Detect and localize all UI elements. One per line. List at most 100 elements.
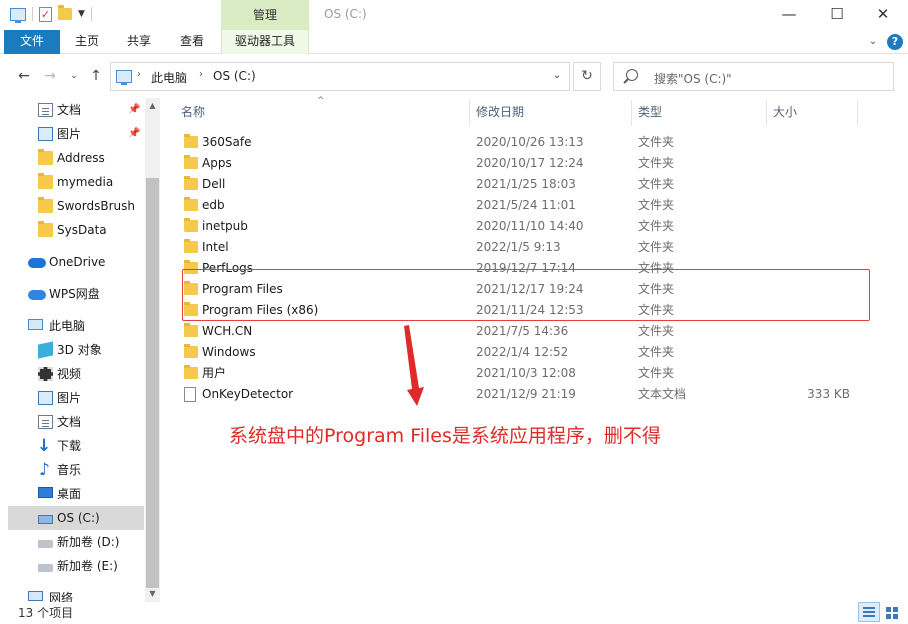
- folder-icon: [184, 155, 198, 169]
- file-row[interactable]: edb 2021/5/24 11:01 文件夹: [176, 195, 866, 216]
- nav-item-label: 文档: [57, 415, 82, 429]
- column-divider[interactable]: [766, 100, 767, 126]
- nav-item-onedrive[interactable]: OneDrive: [8, 250, 144, 274]
- file-type: 文件夹: [638, 324, 675, 338]
- back-arrow-icon[interactable]: ←: [14, 66, 34, 86]
- tab-share[interactable]: 共享: [118, 30, 160, 54]
- onedrive-cloud-icon: [28, 258, 46, 268]
- nav-item-swordsbrush[interactable]: SwordsBrush: [8, 194, 144, 218]
- file-row[interactable]: 用户 2021/10/3 12:08 文件夹: [176, 363, 866, 384]
- expand-ribbon-chevron-icon[interactable]: ⌄: [866, 35, 880, 49]
- nav-item-network[interactable]: 网络: [8, 586, 144, 602]
- pin-icon[interactable]: 📌: [128, 98, 140, 122]
- nav-scrollbar-thumb[interactable]: [146, 178, 159, 588]
- maximize-button[interactable]: ☐: [814, 0, 860, 30]
- nav-item-3d-objects[interactable]: 3D 对象: [8, 338, 144, 362]
- nav-item-label: 桌面: [57, 487, 82, 501]
- pin-icon[interactable]: 📌: [128, 122, 140, 146]
- nav-item-pictures[interactable]: 图片 📌: [8, 122, 144, 146]
- nav-item-address[interactable]: Address: [8, 146, 144, 170]
- breadcrumb-separator-icon[interactable]: ›: [199, 69, 203, 80]
- file-type: 文件夹: [638, 177, 675, 191]
- address-bar[interactable]: › 此电脑 › OS (C:): [110, 62, 570, 91]
- nav-item-music[interactable]: 音乐: [8, 458, 144, 482]
- annotation-arrow-icon: [404, 325, 424, 406]
- nav-item-downloads[interactable]: 下载: [8, 434, 144, 458]
- close-button[interactable]: ✕: [860, 0, 906, 30]
- file-date: 2020/11/10 14:40: [476, 219, 584, 233]
- quick-access-toolbar: ✓ ▼: [10, 5, 92, 23]
- nav-item-videos[interactable]: 视频: [8, 362, 144, 386]
- tab-drive-tools[interactable]: 驱动器工具: [221, 30, 309, 54]
- breadcrumb-os-c[interactable]: OS (C:): [213, 69, 256, 83]
- nav-item-label: WPS网盘: [49, 287, 100, 301]
- folder-icon: [184, 344, 198, 358]
- address-history-chevron-icon[interactable]: ⌄: [548, 66, 566, 86]
- nav-item-documents-pc[interactable]: 文档: [8, 410, 144, 434]
- file-row[interactable]: OnKeyDetector 2021/12/9 21:19 文本文档 333 K…: [176, 384, 866, 405]
- nav-item-label: 文档: [57, 103, 82, 117]
- nav-item-pictures-pc[interactable]: 图片: [8, 386, 144, 410]
- nav-item-mymedia[interactable]: mymedia: [8, 170, 144, 194]
- nav-item-documents[interactable]: 文档 📌: [8, 98, 144, 122]
- column-divider[interactable]: [631, 100, 632, 126]
- column-header-name[interactable]: 名称: [181, 100, 205, 124]
- refresh-icon[interactable]: ↻: [573, 62, 601, 91]
- file-name: Windows: [202, 345, 256, 359]
- file-row[interactable]: Apps 2020/10/17 12:24 文件夹: [176, 153, 866, 174]
- file-date: 2021/12/9 21:19: [476, 387, 576, 401]
- manage-context-tab[interactable]: 管理: [221, 0, 309, 30]
- column-divider[interactable]: [469, 100, 470, 126]
- nav-item-label: OS (C:): [57, 511, 100, 525]
- column-header-size[interactable]: 大小: [773, 100, 797, 124]
- tab-view[interactable]: 查看: [171, 30, 213, 54]
- folder-icon: [184, 365, 198, 379]
- nav-item-sysdata[interactable]: SysData: [8, 218, 144, 242]
- up-arrow-icon[interactable]: ↑: [86, 66, 106, 86]
- column-divider[interactable]: [857, 100, 858, 126]
- file-row[interactable]: inetpub 2020/11/10 14:40 文件夹: [176, 216, 866, 237]
- nav-item-label: 3D 对象: [57, 343, 102, 357]
- nav-item-label: OneDrive: [49, 255, 106, 269]
- details-view-icon[interactable]: [858, 602, 880, 622]
- file-row[interactable]: Dell 2021/1/25 18:03 文件夹: [176, 174, 866, 195]
- file-row[interactable]: WCH.CN 2021/7/5 14:36 文件夹: [176, 321, 866, 342]
- scroll-down-icon[interactable]: ▼: [145, 586, 160, 602]
- this-pc-icon[interactable]: [10, 7, 26, 23]
- column-header-type[interactable]: 类型: [638, 100, 662, 124]
- nav-item-label: 网络: [49, 591, 74, 602]
- column-header-date[interactable]: 修改日期: [476, 100, 524, 124]
- file-name: 360Safe: [202, 135, 252, 149]
- tab-home[interactable]: 主页: [66, 30, 108, 54]
- scroll-up-icon[interactable]: ▲: [145, 98, 160, 114]
- nav-item-volume-d[interactable]: 新加卷 (D:): [8, 530, 144, 554]
- search-box[interactable]: 搜索"OS (C:)": [613, 62, 894, 91]
- nav-item-label: 新加卷 (D:): [57, 535, 120, 549]
- properties-icon[interactable]: ✓: [39, 6, 52, 22]
- nav-item-volume-e[interactable]: 新加卷 (E:): [8, 554, 144, 578]
- file-date: 2021/1/25 18:03: [476, 177, 576, 191]
- file-date: 2022/1/5 9:13: [476, 240, 561, 254]
- nav-item-label: mymedia: [57, 175, 114, 189]
- tab-file[interactable]: 文件: [4, 30, 60, 54]
- search-icon: [626, 69, 638, 81]
- recent-locations-chevron-icon[interactable]: ⌄: [64, 66, 84, 86]
- new-folder-icon[interactable]: [58, 5, 72, 20]
- file-row[interactable]: Windows 2022/1/4 12:52 文件夹: [176, 342, 866, 363]
- nav-item-wps[interactable]: WPS网盘: [8, 282, 144, 306]
- nav-item-desktop[interactable]: 桌面: [8, 482, 144, 506]
- breadcrumb-this-pc[interactable]: 此电脑: [151, 69, 187, 86]
- file-row[interactable]: 360Safe 2020/10/26 13:13 文件夹: [176, 132, 866, 153]
- 3d-objects-icon: [38, 341, 53, 359]
- forward-arrow-icon[interactable]: →: [40, 66, 60, 86]
- file-row[interactable]: Intel 2022/1/5 9:13 文件夹: [176, 237, 866, 258]
- nav-item-os-c[interactable]: OS (C:): [8, 506, 144, 530]
- customize-toolbar-chevron-icon[interactable]: ▼: [78, 9, 85, 19]
- drive-icon: [38, 564, 53, 572]
- breadcrumb-separator-icon[interactable]: ›: [137, 69, 141, 80]
- help-icon[interactable]: ?: [887, 34, 903, 50]
- file-type: 文件夹: [638, 366, 675, 380]
- minimize-button[interactable]: —: [766, 0, 812, 30]
- large-icons-view-icon[interactable]: [881, 602, 903, 622]
- nav-item-this-pc[interactable]: 此电脑: [8, 314, 144, 338]
